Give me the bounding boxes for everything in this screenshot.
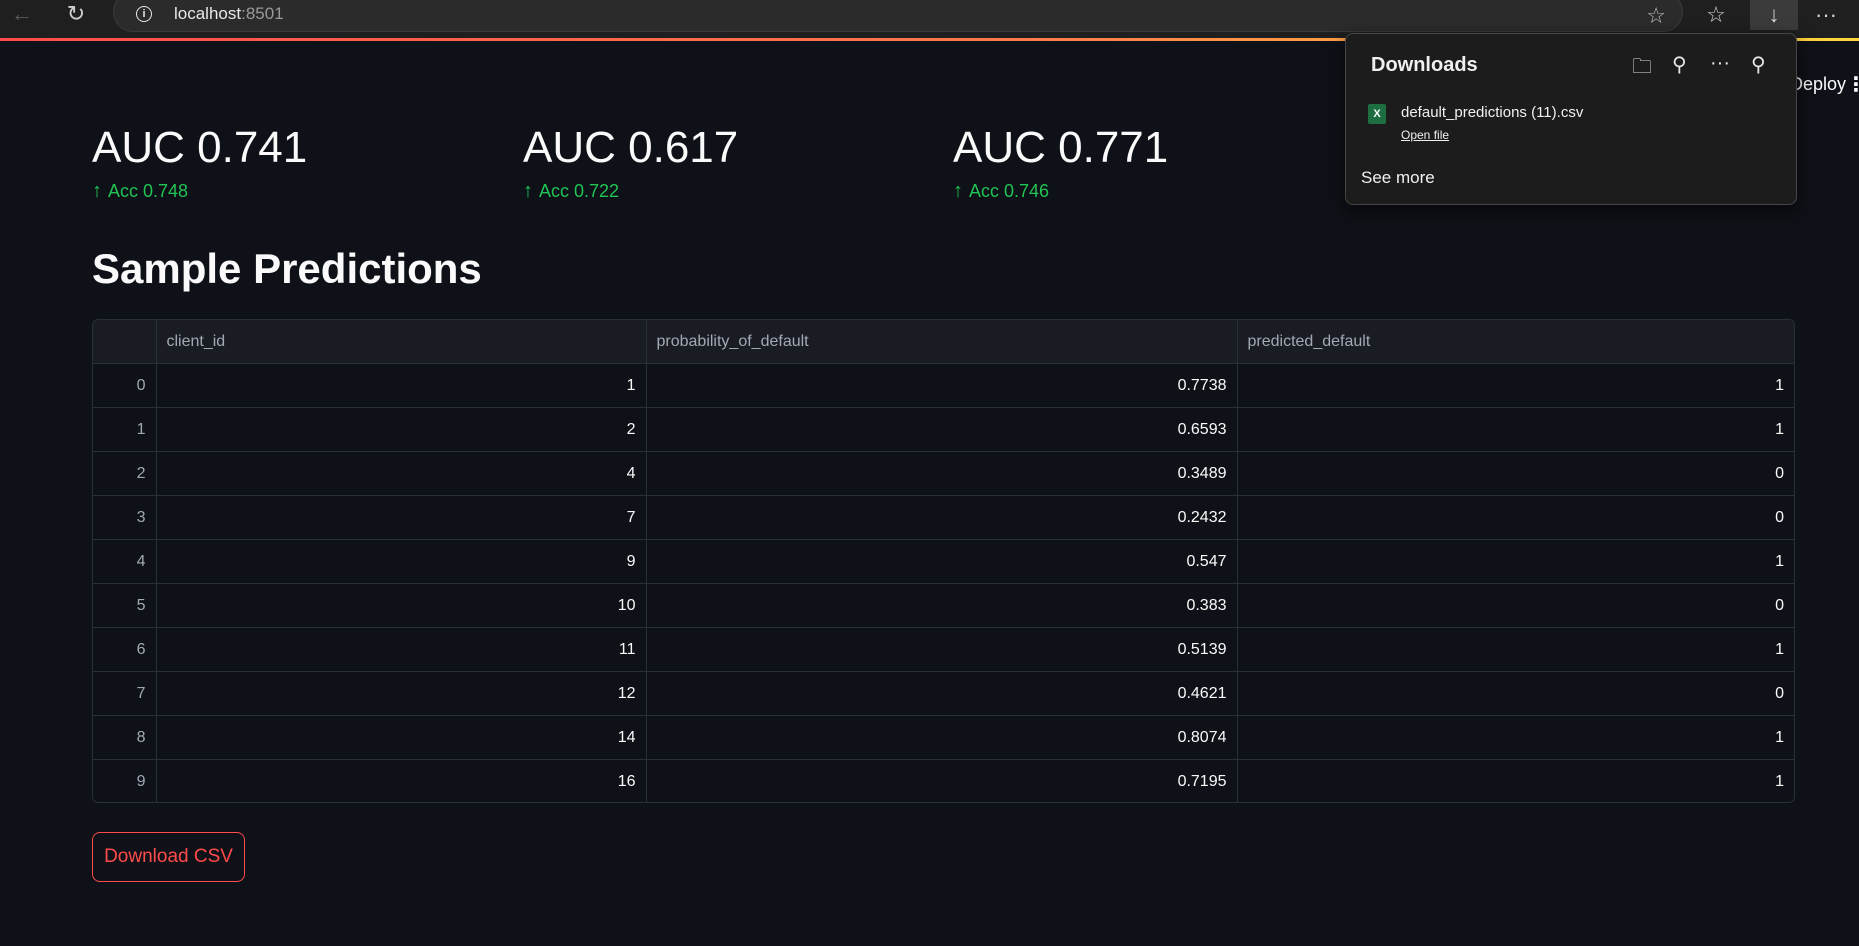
row-index-cell[interactable]: 8 bbox=[93, 715, 157, 760]
site-info-icon[interactable]: i bbox=[136, 6, 152, 22]
folder-icon[interactable]: 🗀 bbox=[1632, 52, 1652, 86]
downloads-title: Downloads bbox=[1371, 54, 1478, 76]
row-index-cell[interactable]: 9 bbox=[93, 759, 157, 802]
metric-value: AUC 0.741 bbox=[92, 123, 308, 172]
table-cell[interactable]: 14 bbox=[156, 715, 647, 760]
table-row: 2 4 0.3489 0 bbox=[93, 451, 1794, 496]
table-cell[interactable]: 4 bbox=[156, 451, 647, 496]
metric-delta: ↑ Acc 0.748 bbox=[92, 180, 307, 203]
table-row: 3 7 0.2432 0 bbox=[93, 495, 1794, 540]
metric-delta: ↑ Acc 0.722 bbox=[523, 180, 738, 203]
predictions-table[interactable]: client_id probability_of_default predict… bbox=[92, 319, 1795, 803]
table-cell[interactable]: 0.383 bbox=[646, 583, 1238, 628]
metric-card: AUC 0.771 ↑ Acc 0.746 bbox=[953, 120, 1168, 203]
table-cell[interactable]: 1 bbox=[1237, 363, 1794, 408]
column-header-predicted[interactable]: predicted_default bbox=[1237, 320, 1794, 364]
table-cell[interactable]: 10 bbox=[156, 583, 647, 628]
table-cell[interactable]: 0.7195 bbox=[646, 759, 1238, 802]
metric-delta: ↑ Acc 0.746 bbox=[953, 180, 1168, 203]
column-header-index[interactable] bbox=[93, 320, 157, 364]
row-index-cell[interactable]: 0 bbox=[93, 363, 157, 408]
table-cell[interactable]: 0.5139 bbox=[646, 627, 1238, 672]
open-file-link[interactable]: Open file bbox=[1401, 128, 1449, 142]
table-row: 5 10 0.383 0 bbox=[93, 583, 1794, 628]
row-index-cell[interactable]: 3 bbox=[93, 495, 157, 540]
metric-value: AUC 0.771 bbox=[953, 123, 1169, 172]
column-header-client-id[interactable]: client_id bbox=[156, 320, 647, 364]
table-row: 9 16 0.7195 1 bbox=[93, 759, 1794, 803]
row-index-cell[interactable]: 2 bbox=[93, 451, 157, 496]
url-port: :8501 bbox=[241, 4, 284, 23]
arrow-up-icon: ↑ bbox=[523, 180, 533, 202]
arrow-up-icon: ↑ bbox=[92, 180, 102, 202]
table-cell[interactable]: 1 bbox=[1237, 715, 1794, 760]
table-cell[interactable]: 0 bbox=[1237, 671, 1794, 716]
table-row: 6 11 0.5139 1 bbox=[93, 627, 1794, 672]
table-cell[interactable]: 0 bbox=[1237, 583, 1794, 628]
table-cell[interactable]: 16 bbox=[156, 759, 647, 802]
column-header-probability[interactable]: probability_of_default bbox=[646, 320, 1238, 364]
url-text[interactable]: localhost:8501 bbox=[174, 4, 284, 24]
reload-icon[interactable]: ↻ bbox=[56, 0, 96, 28]
table-row: 1 2 0.6593 1 bbox=[93, 407, 1794, 452]
table-row: 8 14 0.8074 1 bbox=[93, 715, 1794, 760]
metric-card: AUC 0.741 ↑ Acc 0.748 bbox=[92, 120, 307, 203]
metric-value: AUC 0.617 bbox=[523, 123, 739, 172]
address-bar[interactable]: i localhost:8501 ☆ bbox=[113, 0, 1683, 32]
table-cell[interactable]: 0.4621 bbox=[646, 671, 1238, 716]
table-cell[interactable]: 11 bbox=[156, 627, 647, 672]
table-cell[interactable]: 1 bbox=[1237, 407, 1794, 452]
see-more-link[interactable]: See more bbox=[1361, 168, 1435, 188]
download-csv-button[interactable]: Download CSV bbox=[92, 832, 245, 882]
metric-delta-label: Acc 0.746 bbox=[969, 181, 1050, 201]
row-index-cell[interactable]: 1 bbox=[93, 407, 157, 452]
table-cell[interactable]: 1 bbox=[1237, 760, 1794, 803]
row-index-cell[interactable]: 4 bbox=[93, 539, 157, 584]
downloads-arrow-icon[interactable]: ↓ bbox=[1750, 0, 1798, 30]
arrow-up-icon: ↑ bbox=[953, 180, 963, 202]
back-arrow-icon[interactable]: ← bbox=[2, 0, 42, 28]
metric-card: AUC 0.617 ↑ Acc 0.722 bbox=[523, 120, 738, 203]
metric-delta-label: Acc 0.748 bbox=[108, 181, 189, 201]
table-cell[interactable]: 1 bbox=[1237, 539, 1794, 584]
section-title: Sample Predictions bbox=[92, 245, 482, 292]
table-cell[interactable]: 2 bbox=[156, 407, 647, 452]
table-cell[interactable]: 1 bbox=[156, 363, 647, 408]
browser-more-icon[interactable]: ··· bbox=[1805, 0, 1847, 30]
favorite-star-icon[interactable]: ☆ bbox=[1646, 3, 1666, 29]
row-index-cell[interactable]: 7 bbox=[93, 671, 157, 716]
row-index-cell[interactable]: 6 bbox=[93, 627, 157, 672]
table-cell[interactable]: 0 bbox=[1237, 451, 1794, 496]
table-cell[interactable]: 0.8074 bbox=[646, 715, 1238, 760]
more-options-icon[interactable]: ··· bbox=[1710, 52, 1730, 75]
pin-icon[interactable]: ⚲ bbox=[1751, 52, 1766, 77]
table-cell[interactable]: 0.3489 bbox=[646, 451, 1238, 496]
table-cell[interactable]: 0 bbox=[1237, 495, 1794, 540]
table-row: 0 1 0.7738 1 bbox=[93, 363, 1794, 408]
app-menu-icon[interactable]: ⋮ bbox=[1846, 72, 1859, 97]
url-host: localhost bbox=[174, 4, 242, 23]
deploy-button[interactable]: Deploy bbox=[1790, 74, 1846, 95]
table-cell[interactable]: 9 bbox=[156, 539, 647, 584]
table-row: 4 9 0.547 1 bbox=[93, 539, 1794, 584]
table-cell[interactable]: 0.2432 bbox=[646, 495, 1238, 540]
table-header-row: client_id probability_of_default predict… bbox=[93, 320, 1794, 364]
table-cell[interactable]: 12 bbox=[156, 671, 647, 716]
table-cell[interactable]: 7 bbox=[156, 495, 647, 540]
table-row: 7 12 0.4621 0 bbox=[93, 671, 1794, 716]
table-cell[interactable]: 0.547 bbox=[646, 539, 1238, 584]
excel-file-icon: X bbox=[1368, 104, 1386, 124]
search-icon[interactable]: ⚲ bbox=[1672, 52, 1687, 77]
metric-delta-label: Acc 0.722 bbox=[539, 181, 620, 201]
download-file-name[interactable]: default_predictions (11).csv bbox=[1401, 104, 1583, 121]
row-index-cell[interactable]: 5 bbox=[93, 583, 157, 628]
table-cell[interactable]: 1 bbox=[1237, 627, 1794, 672]
table-cell[interactable]: 0.7738 bbox=[646, 363, 1238, 408]
downloads-panel: Downloads 🗀 ⚲ ··· ⚲ X default_prediction… bbox=[1345, 33, 1797, 205]
favorites-list-icon[interactable]: ☆ bbox=[1695, 0, 1737, 30]
table-cell[interactable]: 0.6593 bbox=[646, 407, 1238, 452]
